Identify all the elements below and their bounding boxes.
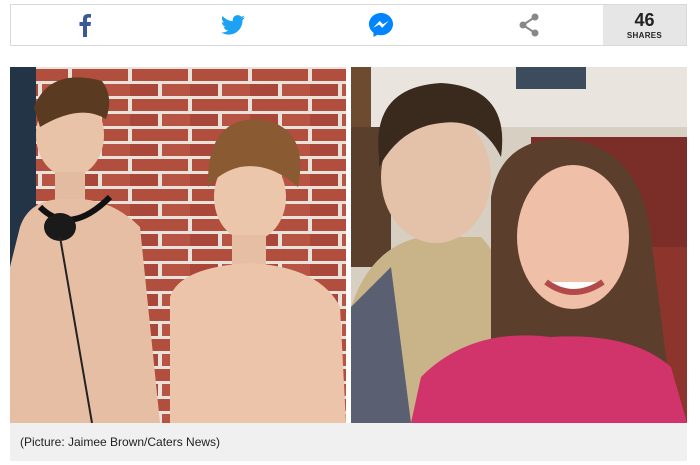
- photo-right-image: [351, 67, 687, 423]
- share-count-label: SHARES: [626, 30, 663, 40]
- share-count-number: 46: [634, 9, 655, 30]
- photo-right: [351, 67, 687, 423]
- facebook-icon: [79, 14, 91, 37]
- messenger-share-button[interactable]: [307, 5, 455, 45]
- facebook-share-button[interactable]: [11, 5, 159, 45]
- photo-left-image: [10, 67, 346, 423]
- share-count: 46 SHARES: [603, 5, 686, 45]
- twitter-share-button[interactable]: [159, 5, 307, 45]
- share-button[interactable]: [455, 5, 603, 45]
- share-icon: [519, 13, 539, 37]
- article-photo: [10, 67, 687, 423]
- twitter-icon: [221, 15, 245, 35]
- photo-caption: (Picture: Jaimee Brown/Caters News): [10, 423, 687, 461]
- messenger-icon: [369, 13, 393, 37]
- photo-left: [10, 67, 346, 423]
- share-bar: 46 SHARES: [10, 4, 687, 46]
